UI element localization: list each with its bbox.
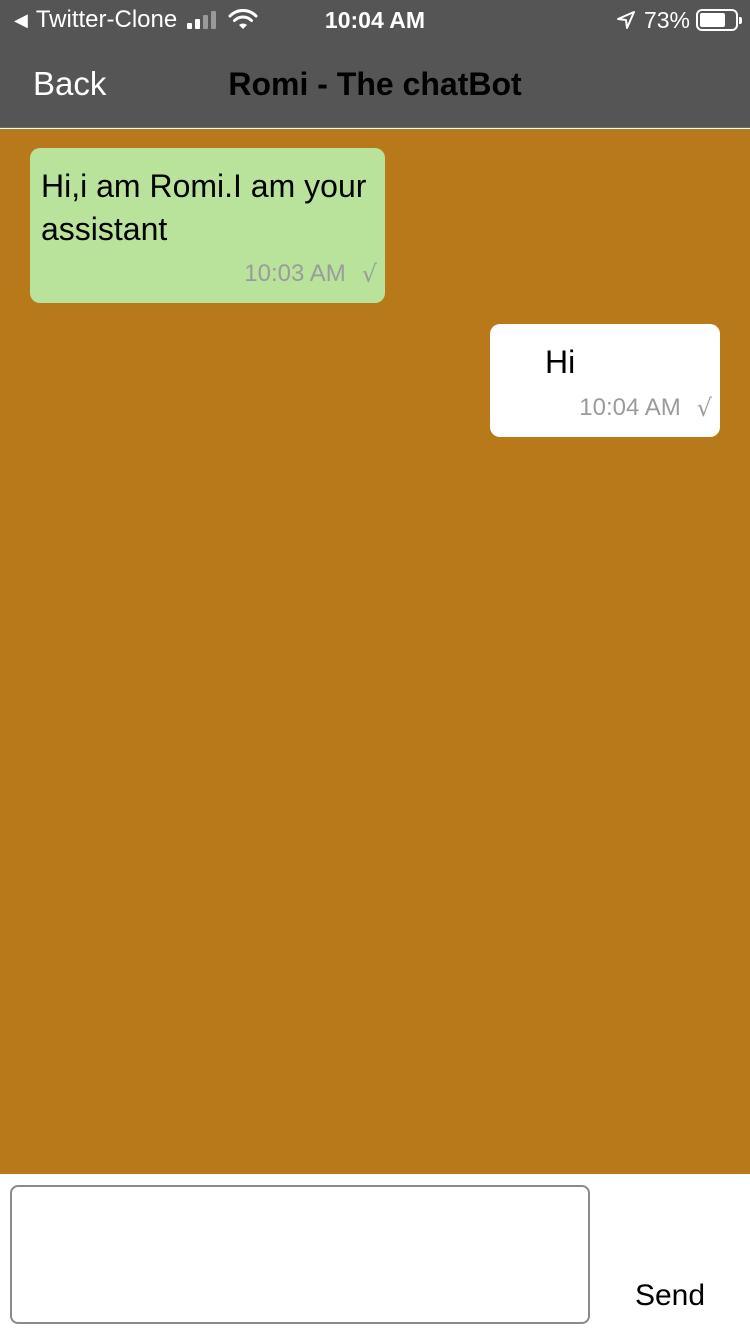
send-button[interactable]: Send [620, 1274, 720, 1318]
battery-icon [696, 9, 742, 31]
page-title: Romi - The chatBot [228, 66, 522, 102]
message-time: 10:04 AM [579, 394, 681, 421]
message-time: 10:03 AM [244, 260, 346, 287]
user-message-bubble: Hi 10:04 AM √ [490, 324, 720, 437]
message-meta: 10:03 AM √ [244, 260, 377, 288]
message-list[interactable]: Hi,i am Romi.I am your assistant 10:03 A… [0, 129, 750, 1174]
message-meta: 10:04 AM √ [579, 394, 712, 422]
composer-bar: Send [0, 1174, 750, 1334]
sent-check-icon: √ [696, 394, 712, 422]
message-text: Hi [545, 344, 576, 380]
battery-percent: 73% [643, 6, 690, 33]
status-right: 73% [616, 6, 742, 34]
message-text: Hi,i am Romi.I am your assistant [41, 168, 367, 247]
sent-check-icon: √ [361, 260, 377, 288]
chat-screen: ◀ Twitter-Clone 10:04 AM 73% Back Romi -… [0, 0, 750, 1334]
navigation-bar: Back Romi - The chatBot [0, 40, 750, 128]
battery-nub [739, 17, 742, 24]
bot-message-bubble: Hi,i am Romi.I am your assistant 10:03 A… [30, 148, 385, 303]
message-input[interactable] [10, 1185, 590, 1324]
battery-fill [700, 13, 725, 27]
status-bar: ◀ Twitter-Clone 10:04 AM 73% [0, 0, 750, 40]
location-arrow-icon [616, 11, 635, 29]
